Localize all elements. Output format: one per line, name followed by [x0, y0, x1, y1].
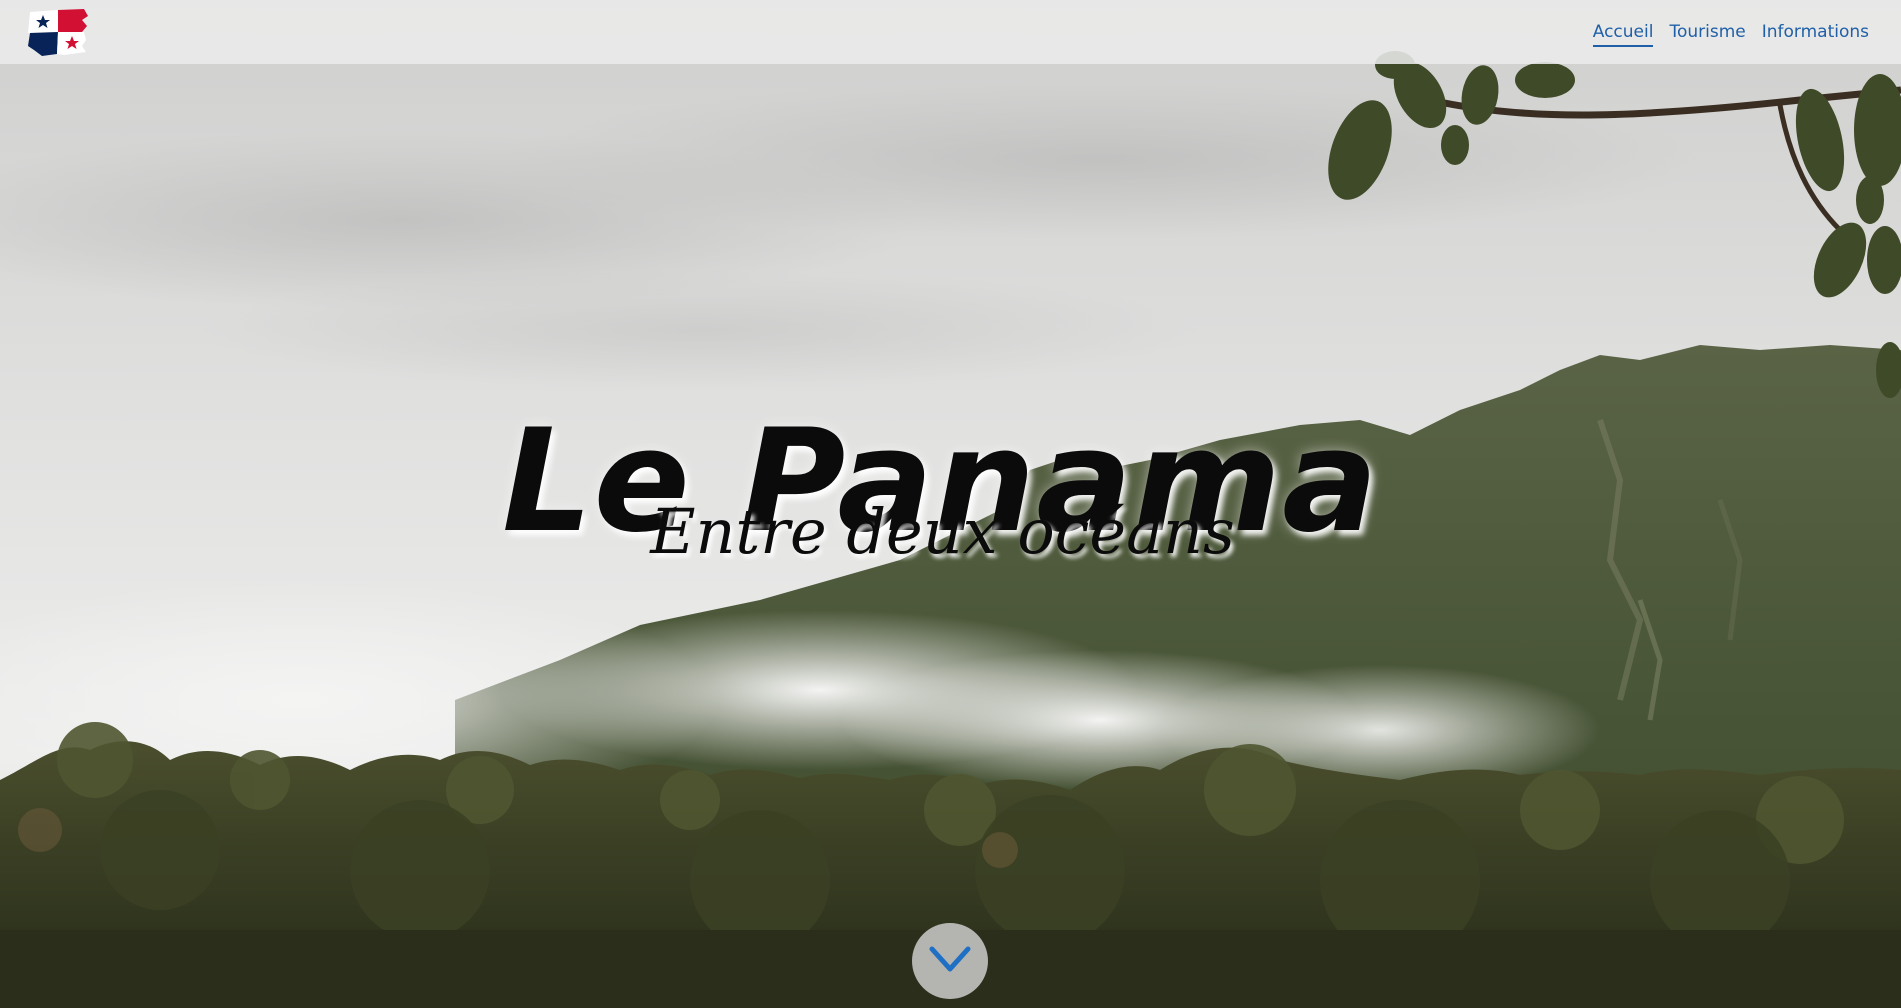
nav-link-tourisme[interactable]: Tourisme — [1669, 22, 1745, 47]
chevron-down-icon — [929, 946, 971, 972]
scroll-down-button[interactable] — [912, 923, 988, 999]
page: Accueil Tourisme Informations Le Panama … — [0, 0, 1901, 1008]
top-navbar: Accueil Tourisme Informations — [0, 0, 1901, 64]
hero-subtitle: Entre deux océans — [650, 495, 1235, 568]
nav-link-accueil[interactable]: Accueil — [1592, 22, 1654, 47]
nav-link-informations[interactable]: Informations — [1762, 22, 1869, 47]
panama-flag-logo-icon[interactable] — [24, 6, 92, 58]
main-nav: Accueil Tourisme Informations — [1592, 22, 1869, 47]
